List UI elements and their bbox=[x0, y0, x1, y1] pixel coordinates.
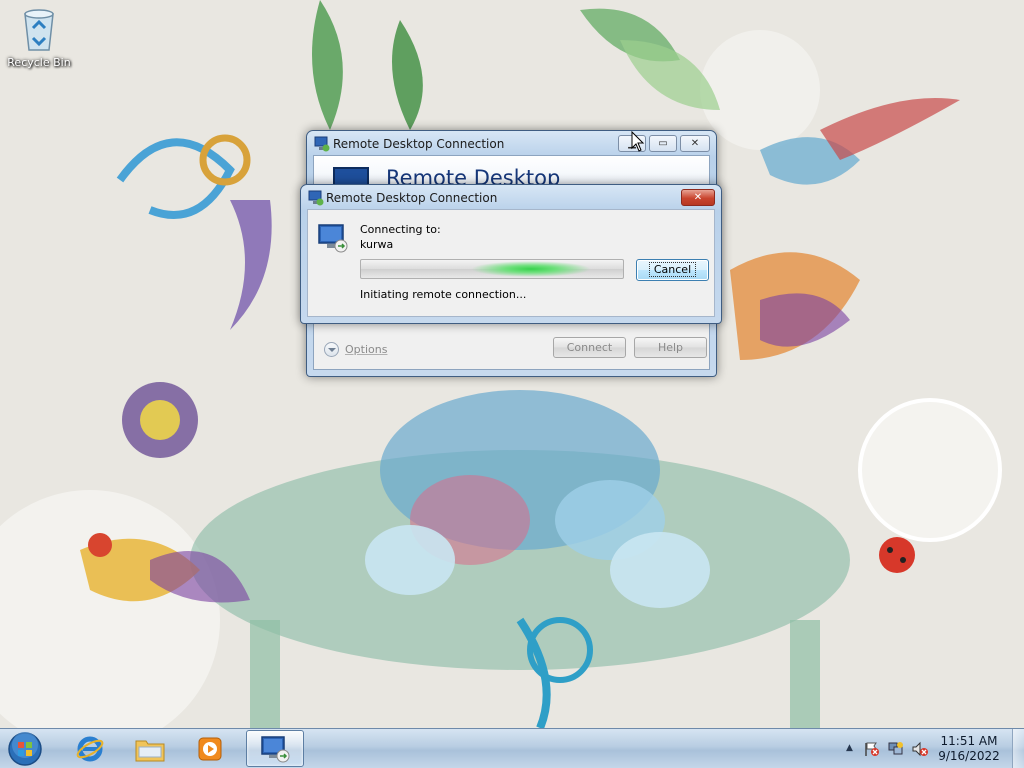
connecting-label: Connecting to: bbox=[360, 223, 441, 236]
taskbar-windows-explorer[interactable] bbox=[121, 730, 179, 767]
volume-muted-icon[interactable] bbox=[912, 741, 928, 757]
windows-orb-icon bbox=[8, 732, 42, 766]
taskbar-internet-explorer[interactable] bbox=[61, 730, 119, 767]
folder-icon bbox=[135, 740, 165, 761]
notification-area: ▲ 11:51 AM 9/16/2022 bbox=[840, 729, 1024, 768]
chevron-down-icon bbox=[324, 342, 339, 357]
close-icon: ✕ bbox=[690, 138, 700, 149]
show-desktop-button[interactable] bbox=[1012, 729, 1024, 768]
clock-date: 9/16/2022 bbox=[938, 749, 1000, 763]
close-button[interactable]: ✕ bbox=[681, 189, 715, 206]
host-name: kurwa bbox=[360, 238, 394, 251]
options-toggle[interactable]: Options bbox=[324, 342, 387, 357]
media-player-icon bbox=[198, 737, 222, 760]
taskbar: ▲ 11:51 AM 9/16/2022 bbox=[0, 728, 1024, 768]
clock-time: 11:51 AM bbox=[940, 734, 998, 748]
taskbar-media-player[interactable] bbox=[181, 730, 239, 767]
mouse-cursor-icon bbox=[631, 130, 645, 153]
internet-explorer-icon bbox=[76, 736, 104, 761]
desktop-icon-label: Recycle Bin bbox=[7, 56, 71, 69]
start-button[interactable] bbox=[5, 730, 45, 768]
caption-buttons: ✕ bbox=[681, 189, 715, 206]
network-icon[interactable] bbox=[888, 741, 904, 757]
options-label: Options bbox=[345, 343, 388, 356]
maximize-button[interactable]: ▭ bbox=[649, 135, 677, 152]
clock[interactable]: 11:51 AM 9/16/2022 bbox=[938, 734, 1000, 764]
status-text: Initiating remote connection... bbox=[360, 288, 527, 301]
close-icon: ✕ bbox=[693, 192, 703, 203]
connecting-dialog[interactable]: Remote Desktop Connection ✕ Connecting t… bbox=[300, 184, 722, 324]
progress-bar bbox=[360, 259, 624, 279]
maximize-icon: ▭ bbox=[658, 138, 668, 149]
recycle-bin-icon bbox=[19, 6, 59, 52]
taskbar-remote-desktop[interactable] bbox=[246, 730, 304, 767]
show-hidden-icons-button[interactable]: ▲ bbox=[846, 743, 853, 753]
remote-desktop-icon bbox=[261, 735, 290, 762]
desktop-icon-recycle-bin[interactable]: Recycle Bin bbox=[4, 6, 74, 76]
dialog-title: Remote Desktop Connection bbox=[326, 191, 498, 205]
connect-button[interactable]: Connect bbox=[553, 337, 626, 358]
action-center-flag-icon[interactable] bbox=[864, 741, 880, 757]
progress-marquee bbox=[471, 261, 591, 277]
remote-desktop-icon bbox=[308, 190, 324, 206]
window-title: Remote Desktop Connection bbox=[333, 137, 505, 151]
remote-computer-icon bbox=[317, 222, 349, 254]
cancel-label: Cancel bbox=[648, 262, 697, 277]
cancel-button[interactable]: Cancel bbox=[636, 259, 709, 281]
remote-desktop-icon bbox=[314, 136, 330, 152]
close-button[interactable]: ✕ bbox=[680, 135, 710, 152]
dialog-client: Connecting to: kurwa Cancel Initiating r… bbox=[307, 209, 715, 317]
help-button[interactable]: Help bbox=[634, 337, 707, 358]
